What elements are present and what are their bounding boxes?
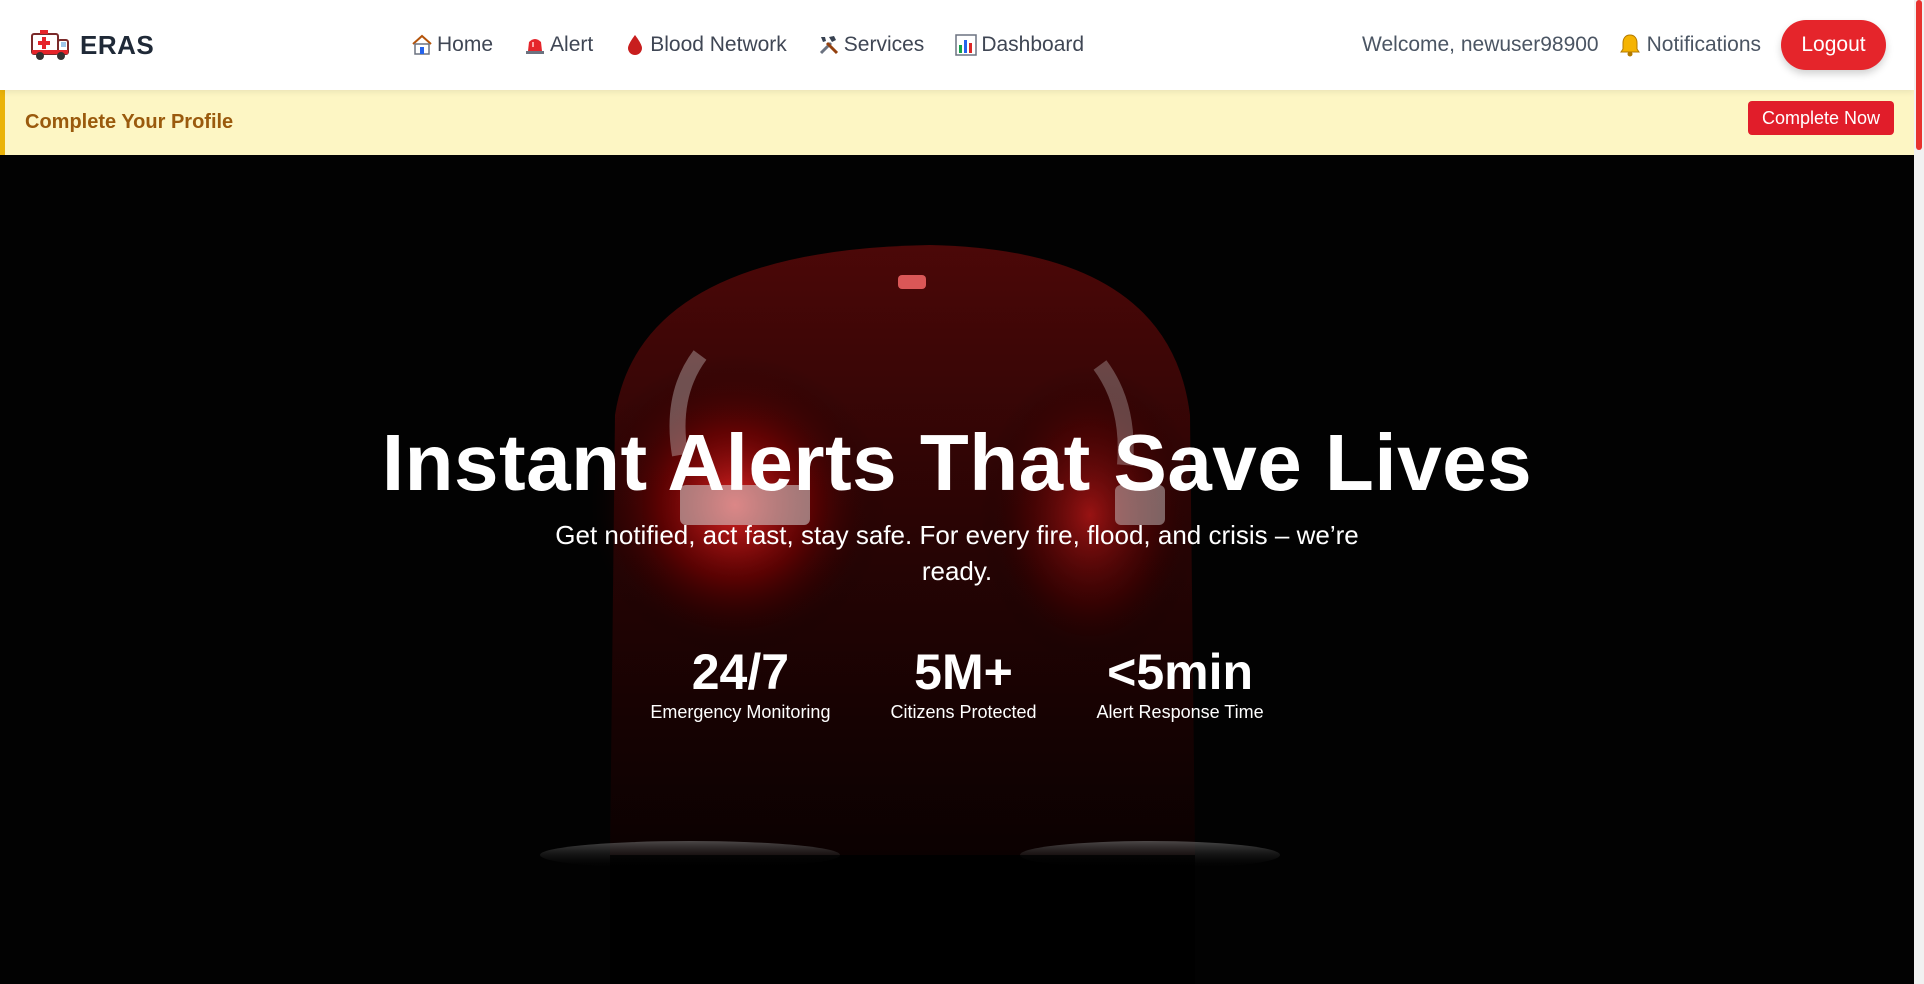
nav-link-services[interactable]: Services [817, 30, 925, 60]
nav-link-home[interactable]: Home [410, 30, 493, 60]
stat-label: Alert Response Time [1096, 702, 1264, 722]
hero-section: Instant Alerts That Save Lives Get notif… [0, 155, 1914, 984]
stat-label: Citizens Protected [890, 702, 1037, 722]
hero-subtitle: Get notified, act fast, stay safe. For e… [555, 520, 1359, 586]
hero-stats: 24/7 Emergency Monitoring 5M+ Citizens P… [0, 644, 1914, 723]
stat-alert-response-time: <5min Alert Response Time [1097, 644, 1264, 723]
brand[interactable]: ERAS [30, 26, 154, 64]
nav-link-label: Services [843, 33, 925, 56]
siren-icon [526, 39, 545, 54]
stat-value: <5min [1107, 644, 1254, 700]
notifications-label: Notifications [1646, 33, 1761, 56]
nav-link-alert[interactable]: Alert [523, 30, 593, 60]
bell-icon [1619, 34, 1640, 57]
nav-link-label: Dashboard [981, 33, 1085, 56]
brand-name: ERAS [80, 29, 155, 60]
scrollbar-thumb[interactable] [1916, 0, 1922, 150]
hero-title: Instant Alerts That Save Lives [381, 418, 1533, 507]
top-navbar: ERAS Home Alert Blood Network Services D… [0, 0, 1914, 90]
profile-completion-banner: Complete Your Profile Complete Now [0, 90, 1914, 155]
banner-text: Complete Your Profile [25, 111, 234, 133]
house-icon [412, 34, 432, 55]
nav-user-area: Welcome, newuser98900 Notifications Logo… [1362, 20, 1886, 70]
welcome-text: Welcome, newuser98900 [1362, 33, 1599, 56]
ambulance-icon [31, 30, 69, 60]
nav-link-label: Home [437, 33, 494, 56]
notifications-button[interactable]: Notifications [1619, 33, 1761, 57]
nav-link-label: Blood Network [650, 33, 787, 56]
page-scrollbar[interactable] [1914, 0, 1924, 984]
tools-icon [819, 36, 838, 55]
stat-label: Emergency Monitoring [650, 702, 831, 722]
stat-value: 24/7 [691, 644, 790, 700]
nav-link-dashboard[interactable]: Dashboard [954, 30, 1084, 60]
main-nav: Home Alert Blood Network Services Dashbo… [410, 30, 1114, 60]
logout-button[interactable]: Logout [1781, 20, 1886, 70]
nav-link-blood-network[interactable]: Blood Network [623, 30, 787, 60]
complete-now-button[interactable]: Complete Now [1747, 101, 1894, 135]
nav-link-label: Alert [550, 33, 594, 56]
stat-emergency-monitoring: 24/7 Emergency Monitoring [650, 644, 830, 723]
blood-drop-icon [628, 35, 643, 55]
bar-chart-icon [955, 34, 978, 56]
stat-citizens-protected: 5M+ Citizens Protected [890, 644, 1036, 723]
stat-value: 5M+ [914, 644, 1013, 700]
